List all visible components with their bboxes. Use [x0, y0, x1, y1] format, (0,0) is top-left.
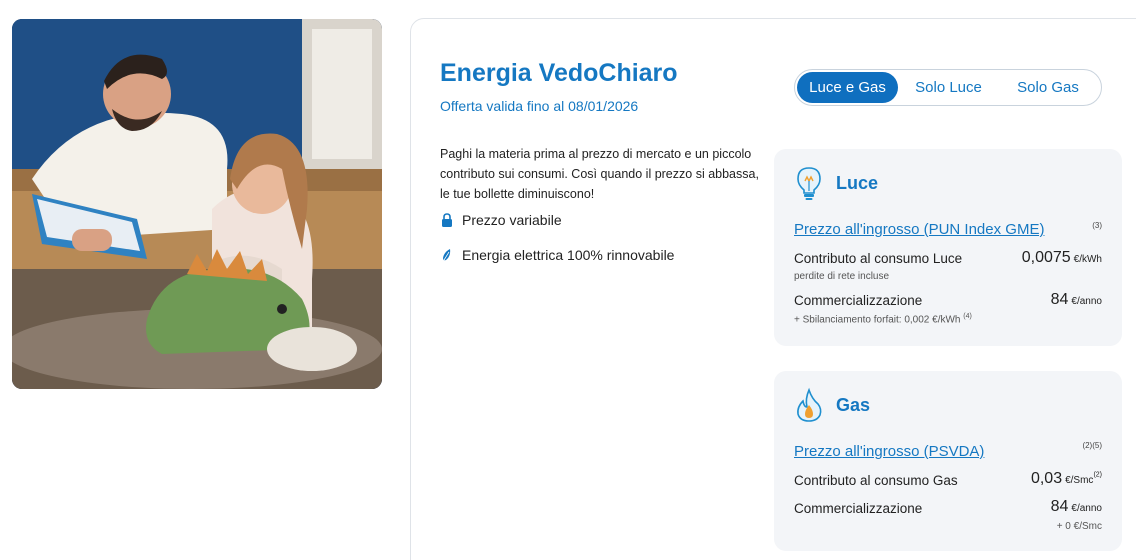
family-reading-illustration	[12, 19, 382, 389]
luce-comm-label: Commercializzazione	[794, 293, 923, 308]
tab-solo-gas[interactable]: Solo Gas	[999, 72, 1097, 103]
offer-description: Paghi la materia prima al prezzo di merc…	[440, 147, 759, 201]
luce-comm-value: 84 €/anno	[1051, 291, 1102, 309]
feature-variable-price: Prezzo variabile	[440, 212, 562, 228]
gas-comm-extra: + 0 €/Smc	[1056, 521, 1102, 532]
luce-comm-sub-note: (4)	[963, 313, 972, 320]
tab-solo-luce[interactable]: Solo Luce	[898, 72, 999, 103]
gas-comm-label: Commercializzazione	[794, 501, 923, 516]
gas-panel: Gas Prezzo all'ingrosso (PSVDA) (2)(5) C…	[774, 371, 1122, 551]
gas-title: Gas	[836, 394, 871, 415]
lightbulb-icon	[794, 165, 824, 201]
luce-comm-sub: + Sbilanciamento forfait: 0,002 €/kWh (4…	[794, 313, 972, 325]
leaf-icon	[440, 247, 454, 263]
feature-label: Energia elettrica 100% rinnovabile	[462, 247, 675, 263]
gas-link-note: (2)(5)	[1082, 441, 1102, 450]
gas-comm-number: 84	[1050, 498, 1069, 515]
gas-comm-value: 84 €/anno	[1051, 498, 1102, 516]
gas-wholesale-price-link[interactable]: Prezzo all'ingrosso (PSVDA)	[794, 443, 984, 460]
luce-contributo-sub: perdite di rete incluse	[794, 271, 890, 282]
luce-panel: Luce Prezzo all'ingrosso (PUN Index GME)…	[774, 149, 1122, 346]
gas-contributo-note: (2)	[1093, 471, 1102, 479]
tab-luce-e-gas[interactable]: Luce e Gas	[797, 72, 898, 103]
offer-validity: Offerta valida fino al 08/01/2026	[440, 98, 639, 114]
offer-card: Energia VedoChiaro Offerta valida fino a…	[410, 18, 1136, 560]
gas-header: Gas	[794, 387, 870, 423]
feature-label: Prezzo variabile	[462, 212, 562, 228]
luce-wholesale-price-link[interactable]: Prezzo all'ingrosso (PUN Index GME)	[794, 221, 1044, 238]
luce-comm-sub-text: + Sbilanciamento forfait: 0,002 €/kWh	[794, 314, 961, 326]
supply-type-tabs: Luce e Gas Solo Luce Solo Gas	[794, 69, 1102, 106]
luce-link-note: (3)	[1092, 221, 1102, 230]
flame-icon	[794, 387, 824, 423]
hero-photo	[12, 19, 382, 389]
luce-contributo-number: 0,0075	[1021, 249, 1071, 266]
offer-title: Energia VedoChiaro	[440, 59, 678, 87]
luce-header: Luce	[794, 165, 878, 201]
gas-contributo-number: 0,03	[1030, 470, 1063, 487]
gas-contributo-unit: €/Smc	[1065, 475, 1094, 486]
luce-contributo-label: Contributo al consumo Luce	[794, 251, 963, 266]
luce-contributo-value: 0,0075 €/kWh	[1022, 249, 1102, 267]
luce-contributo-unit: €/kWh	[1073, 254, 1102, 265]
gas-contributo-value: 0,03 €/Smc(2)	[1031, 470, 1102, 488]
lock-icon	[440, 212, 454, 228]
feature-renewable: Energia elettrica 100% rinnovabile	[440, 247, 674, 263]
gas-contributo-label: Contributo al consumo Gas	[794, 473, 958, 488]
gas-comm-unit: €/anno	[1071, 503, 1102, 514]
luce-comm-unit: €/anno	[1071, 296, 1102, 307]
luce-comm-number: 84	[1050, 291, 1069, 308]
luce-title: Luce	[836, 172, 879, 193]
